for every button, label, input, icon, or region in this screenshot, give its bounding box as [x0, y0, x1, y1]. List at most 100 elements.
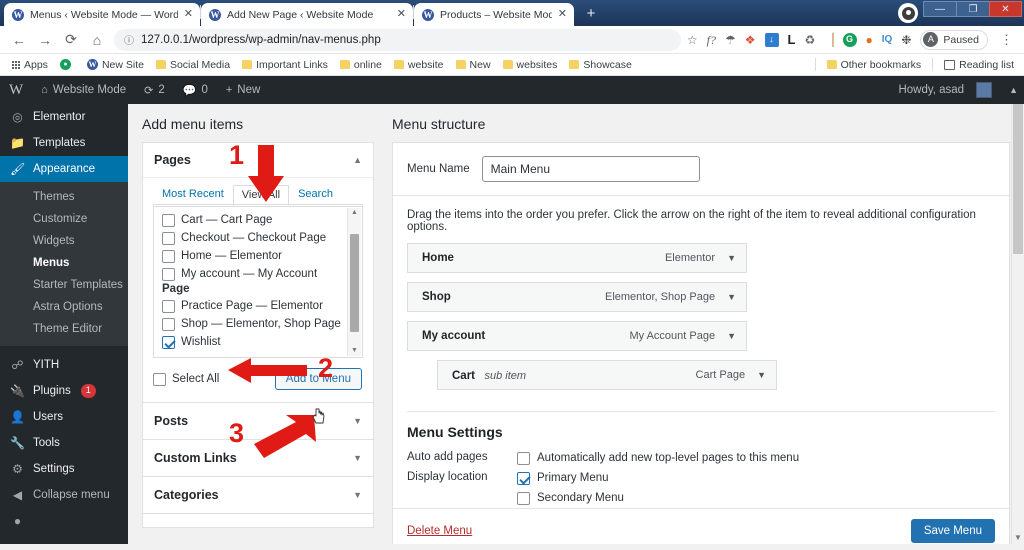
auto-add-pages-checkbox[interactable] [517, 452, 530, 465]
page-checkbox[interactable] [162, 214, 175, 227]
list-item[interactable]: Shop — Elementor, Shop Page [154, 315, 362, 333]
pages-checklist[interactable]: Cart — Cart Page Checkout — Checkout Pag… [153, 206, 363, 358]
bookmark-websites[interactable]: websites [497, 59, 564, 71]
ruler-icon[interactable]: ▕ [824, 34, 833, 46]
sidebar-subitem-themes[interactable]: Themes [0, 186, 128, 208]
auto-add-pages-option[interactable]: Automatically add new top-level pages to… [517, 451, 799, 465]
sidebar-subitem-astra-options[interactable]: Astra Options [0, 296, 128, 318]
sidebar-item-plugins[interactable]: 🔌 Plugins 1 [0, 378, 128, 404]
categories-accordion-header[interactable]: Categories ▼ [142, 477, 374, 514]
browser-tab-3[interactable]: W Products – Website Mode ✕ [414, 3, 574, 26]
delete-menu-link[interactable]: Delete Menu [407, 525, 472, 537]
list-item[interactable]: Home — Elementor [154, 247, 362, 265]
sidebar-item-collapse-menu[interactable]: ◀ Collapse menu [0, 482, 128, 508]
close-window-button[interactable]: ✕ [989, 1, 1022, 17]
list-item[interactable]: My account — My Account [154, 265, 362, 283]
scroll-down-icon[interactable]: ▼ [1014, 533, 1022, 542]
select-all-checkbox[interactable] [153, 373, 166, 386]
back-icon[interactable]: ← [6, 27, 32, 53]
grammarly-icon[interactable]: G [842, 32, 857, 47]
kebab-menu-icon[interactable]: ⋮ [997, 32, 1016, 48]
page-checkbox[interactable] [162, 250, 175, 263]
sidebar-item-users[interactable]: 👤 Users [0, 404, 128, 430]
menu-item-cart[interactable]: Cart sub item Cart Page ▼ [437, 360, 777, 390]
sidebar-subitem-starter-templates[interactable]: Starter Templates [0, 274, 128, 296]
camera-icon[interactable]: ☂ [725, 34, 736, 46]
close-icon[interactable]: ✕ [558, 9, 567, 20]
chevron-down-icon[interactable]: ▼ [757, 370, 766, 380]
sidebar-item-yith[interactable]: ☍ YITH [0, 352, 128, 378]
list-item[interactable]: Checkout — Checkout Page [154, 229, 362, 247]
chevron-up-icon[interactable]: ▲ [353, 155, 362, 165]
page-checkbox[interactable] [162, 318, 175, 331]
menu-name-input[interactable] [481, 156, 700, 182]
browser-profile-badge-icon[interactable] [898, 3, 918, 23]
next-accordion-partial[interactable] [142, 514, 374, 528]
download-icon[interactable]: ↓ [764, 32, 779, 47]
bookmark-new[interactable]: New [450, 59, 497, 71]
custom-links-accordion-header[interactable]: Custom Links ▼ [142, 440, 374, 477]
browser-tab-1[interactable]: W Menus ‹ Website Mode — Word ✕ [4, 3, 200, 26]
sidebar-item-elementor[interactable]: ◎ Elementor [0, 104, 128, 130]
chevron-down-icon[interactable]: ▼ [727, 331, 736, 341]
tab-search[interactable]: Search [289, 184, 342, 205]
menu-item-home[interactable]: Home Elementor ▼ [407, 243, 747, 273]
sidebar-item-partial[interactable]: ● [0, 508, 128, 534]
sidebar-subitem-theme-editor[interactable]: Theme Editor [0, 318, 128, 340]
browser-tab-2[interactable]: W Add New Page ‹ Website Mode ✕ [201, 3, 413, 26]
chevron-down-icon[interactable]: ▼ [353, 416, 362, 426]
menu-item-my-account[interactable]: My account My Account Page ▼ [407, 321, 747, 351]
bookmark-new-site[interactable]: W New Site [81, 59, 150, 71]
page-scrollbar[interactable]: ▼ [1011, 104, 1024, 544]
chevron-down-icon[interactable]: ▼ [353, 453, 362, 463]
recycle-icon[interactable]: ♻ [805, 34, 816, 46]
bookmark-other-bookmarks[interactable]: Other bookmarks [821, 59, 928, 71]
bookmark-green[interactable]: ● [54, 59, 81, 70]
sidebar-item-appearance[interactable]: 🖌 Appearance [0, 156, 136, 182]
sidebar-item-settings[interactable]: ⚙ Settings [0, 456, 128, 482]
chevron-down-icon[interactable]: ▼ [727, 292, 736, 302]
close-icon[interactable]: ✕ [184, 9, 193, 20]
sidebar-item-tools[interactable]: 🔧 Tools [0, 430, 128, 456]
scroll-up-icon[interactable]: ▲ [351, 208, 358, 218]
forward-icon[interactable]: → [32, 27, 58, 53]
secondary-menu-checkbox[interactable] [517, 492, 530, 505]
sidebar-item-templates[interactable]: 📁 Templates [0, 130, 128, 156]
collapse-arrow-icon[interactable]: ▲ [1001, 85, 1024, 95]
updates-menu[interactable]: ⟳ 2 [135, 76, 174, 104]
address-bar[interactable]: ⓘ 127.0.0.1/wordpress/wp-admin/nav-menus… [114, 28, 681, 51]
reload-icon[interactable]: ⟳ [58, 27, 84, 53]
pages-accordion-header[interactable]: Pages ▲ [143, 143, 373, 178]
maximize-button[interactable]: ❐ [956, 1, 989, 17]
sidebar-subitem-customize[interactable]: Customize [0, 208, 128, 230]
wishlist-checkbox[interactable] [162, 336, 175, 349]
wp-logo-menu[interactable]: W [0, 76, 32, 104]
f-question-icon[interactable]: f? [707, 34, 716, 46]
bookmark-website[interactable]: website [388, 59, 450, 71]
palette-icon[interactable]: ❖ [745, 34, 756, 46]
scrollbar-thumb[interactable] [350, 234, 359, 332]
sidebar-subitem-menus[interactable]: Menus [0, 252, 128, 274]
list-item-wishlist[interactable]: Wishlist [154, 333, 362, 351]
list-item[interactable]: Cart — Cart Page [154, 211, 362, 229]
fire-icon[interactable]: ● [866, 34, 873, 46]
puzzle-icon[interactable]: ❉ [901, 34, 911, 46]
reading-list-button[interactable]: Reading list [938, 59, 1020, 71]
site-name-menu[interactable]: ⌂ Website Mode [32, 76, 135, 104]
chevron-down-icon[interactable]: ▼ [727, 253, 736, 263]
iq-icon[interactable]: IQ [882, 34, 893, 45]
my-account-menu[interactable]: Howdy, asad [889, 76, 1001, 104]
chevron-down-icon[interactable]: ▼ [353, 490, 362, 500]
save-menu-button[interactable]: Save Menu [910, 519, 995, 543]
menu-item-shop[interactable]: Shop Elementor, Shop Page ▼ [407, 282, 747, 312]
bookmark-showcase[interactable]: Showcase [563, 59, 637, 71]
bookmark-important-links[interactable]: Important Links [236, 59, 334, 71]
primary-menu-checkbox[interactable] [517, 472, 530, 485]
info-circle-icon[interactable]: ⓘ [124, 32, 134, 47]
minimize-button[interactable]: — [923, 1, 956, 17]
lastpass-icon[interactable]: L [788, 33, 796, 46]
new-tab-button[interactable]: + [579, 4, 603, 25]
primary-menu-option[interactable]: Primary Menu [517, 471, 624, 485]
comments-menu[interactable]: 💬 0 [174, 76, 217, 104]
new-content-menu[interactable]: + New [217, 76, 269, 104]
